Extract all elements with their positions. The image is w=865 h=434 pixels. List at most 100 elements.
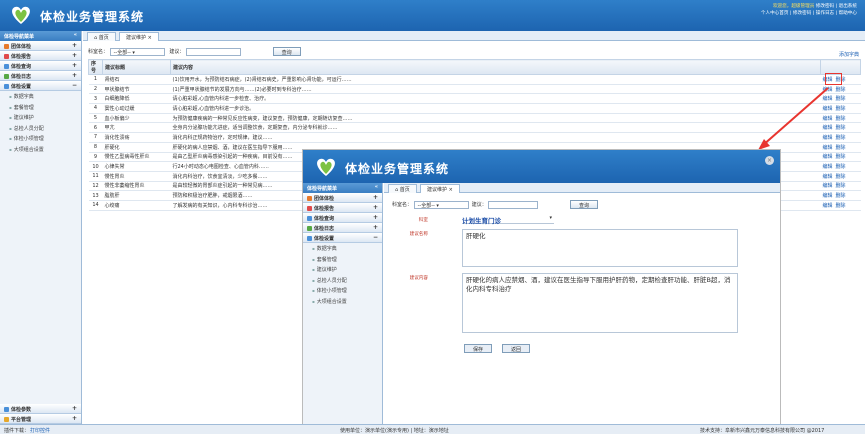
- delete-link[interactable]: 删除: [836, 164, 846, 170]
- sidebar-item-combo[interactable]: 大项组合设置: [303, 296, 382, 307]
- search-button[interactable]: 查询: [272, 47, 301, 56]
- header-nav-links[interactable]: 个人中心首页 | 修改密码 | 操作日志 | 帮助中心: [761, 10, 857, 17]
- sidebar-group-query[interactable]: 体检查询 +: [0, 61, 81, 71]
- edit-link[interactable]: 编辑: [823, 96, 833, 102]
- sidebar-item-package[interactable]: 套餐管理: [303, 254, 382, 265]
- edit-link[interactable]: 编辑: [823, 183, 833, 189]
- close-icon[interactable]: ×: [148, 35, 152, 41]
- collapse-group-icon[interactable]: −: [72, 82, 77, 89]
- expand-icon[interactable]: +: [72, 405, 77, 412]
- collapse-group-icon[interactable]: −: [373, 234, 378, 241]
- header-links[interactable]: 修改密码 | 退出系统: [816, 4, 857, 9]
- edit-link[interactable]: 编辑: [823, 174, 833, 180]
- edit-link[interactable]: 编辑: [823, 203, 833, 209]
- plugin-link[interactable]: 打印控件: [30, 427, 50, 434]
- edit-link[interactable]: 编辑: [823, 116, 833, 122]
- delete-link[interactable]: 删除: [836, 203, 846, 209]
- delete-link[interactable]: 删除: [836, 174, 846, 180]
- expand-icon[interactable]: +: [72, 72, 77, 79]
- collapse-icon[interactable]: «: [375, 184, 378, 190]
- search-button[interactable]: 查询: [570, 200, 599, 209]
- sidebar-item-dictionary[interactable]: 数据字典: [303, 243, 382, 254]
- tab-home[interactable]: ⌂ 首页: [388, 184, 417, 193]
- sidebar-group-team[interactable]: 团体体检 +: [303, 193, 382, 203]
- edit-link[interactable]: 编辑: [823, 106, 833, 112]
- sidebar-item-subitems[interactable]: 体检小项管理: [303, 285, 382, 296]
- row-title: 白细胞降低: [102, 93, 171, 105]
- delete-link[interactable]: 删除: [836, 125, 846, 131]
- edit-link[interactable]: 编辑: [823, 87, 833, 93]
- dept-select[interactable]: --全部-- ▾: [109, 47, 165, 56]
- expand-icon[interactable]: +: [373, 214, 378, 221]
- keyword-label: 建议：: [169, 49, 185, 55]
- expand-icon[interactable]: +: [373, 204, 378, 211]
- content-textarea[interactable]: 肝硬化的病人应禁烟、酒，建议在医生指导下服用护肝药物，定期检查肝功能、肝脏B超，…: [462, 273, 738, 333]
- delete-link[interactable]: 删除: [836, 116, 846, 122]
- expand-icon[interactable]: +: [373, 224, 378, 231]
- tab-advice[interactable]: 建议维护 ×: [420, 184, 460, 193]
- table-row: 2 甲状腺结节 (1)严重甲状腺结节的发展方向与……(2)必要时到专科治疗…… …: [88, 84, 861, 95]
- delete-link[interactable]: 删除: [836, 183, 846, 189]
- sidebar-group-log[interactable]: 体检日志 +: [303, 223, 382, 233]
- back-button[interactable]: 返回: [502, 344, 531, 353]
- sidebar-group-log[interactable]: 体检日志 +: [0, 71, 81, 81]
- keyword-input[interactable]: [186, 47, 241, 56]
- row-content: 请心脏彩超,心血管内科进一步诊治。: [170, 103, 821, 114]
- collapse-icon[interactable]: «: [74, 32, 77, 38]
- row-index: 12: [88, 181, 103, 192]
- dept-select[interactable]: --全部-- ▾: [413, 200, 469, 209]
- expand-icon[interactable]: +: [72, 415, 77, 422]
- close-icon[interactable]: ×: [765, 156, 774, 165]
- sidebar-item-advice[interactable]: 建议维护: [0, 112, 81, 123]
- sidebar-item-package[interactable]: 套餐管理: [0, 102, 81, 113]
- table-row: 7 消化性溃疡 消化内科正规药物治疗，定时规律，建议…… 编辑 删除: [88, 132, 861, 143]
- sidebar-item-assign[interactable]: 总检人员分配: [0, 123, 81, 134]
- preview-tab-bar: ⌂ 首页 建议维护 ×: [384, 183, 780, 193]
- expand-icon[interactable]: +: [72, 62, 77, 69]
- row-actions: 编辑 删除: [820, 132, 861, 143]
- heart-icon: [4, 54, 9, 59]
- delete-link[interactable]: 删除: [836, 106, 846, 112]
- title-textarea[interactable]: 肝硬化: [462, 229, 738, 267]
- edit-link[interactable]: 编辑: [823, 164, 833, 170]
- sidebar-group-report[interactable]: 体检报告 +: [303, 203, 382, 213]
- column-header: 建议标题: [102, 59, 171, 75]
- delete-link[interactable]: 删除: [836, 193, 846, 199]
- tab-home[interactable]: ⌂ 首页: [87, 32, 116, 41]
- sidebar-group-team[interactable]: 团体体检 +: [0, 41, 81, 51]
- sidebar-group-platform[interactable]: 平台管理 +: [0, 414, 81, 424]
- save-button[interactable]: 保存: [464, 344, 493, 353]
- expand-icon[interactable]: +: [72, 52, 77, 59]
- sidebar-group-settings[interactable]: 体检设置 −: [0, 81, 81, 91]
- edit-link[interactable]: 编辑: [823, 193, 833, 199]
- delete-link[interactable]: 删除: [836, 87, 846, 93]
- keyword-input[interactable]: [488, 200, 539, 209]
- sidebar-item-assign[interactable]: 总检人员分配: [303, 275, 382, 286]
- sidebar-group-query[interactable]: 体检查询 +: [303, 213, 382, 223]
- edit-link[interactable]: 编辑: [823, 135, 833, 141]
- add-dictionary-link[interactable]: 添加字典: [839, 51, 859, 58]
- sidebar-item-subitems[interactable]: 体检小项管理: [0, 133, 81, 144]
- sidebar-group-settings[interactable]: 体检设置 −: [303, 233, 382, 243]
- sidebar-group-params[interactable]: 体检参数 +: [0, 404, 81, 414]
- sidebar-group-report[interactable]: 体检报告 +: [0, 51, 81, 61]
- table-row: 3 白细胞降低 请心脏彩超,心血管内科进一步检查、治疗。 编辑 删除: [88, 93, 861, 105]
- dept-dropdown[interactable]: 计划生育门诊 ▾: [462, 215, 554, 225]
- edit-link[interactable]: 编辑: [823, 125, 833, 131]
- edit-link[interactable]: 编辑: [823, 145, 833, 151]
- delete-link[interactable]: 删除: [836, 145, 846, 151]
- row-index: 11: [88, 171, 103, 182]
- delete-link[interactable]: 删除: [836, 154, 846, 160]
- delete-link[interactable]: 删除: [836, 96, 846, 102]
- tab-advice[interactable]: 建议维护 ×: [119, 32, 159, 41]
- expand-icon[interactable]: +: [72, 42, 77, 49]
- row-index: 8: [88, 142, 103, 153]
- row-index: 14: [88, 200, 103, 211]
- expand-icon[interactable]: +: [373, 194, 378, 201]
- delete-link[interactable]: 删除: [836, 135, 846, 141]
- sidebar: 体检导航菜单« 团体体检+ 体检报告+ 体检查询+ 体检日志+ 体检设置− 数据…: [0, 31, 82, 424]
- sidebar-item-dictionary[interactable]: 数据字典: [0, 91, 81, 102]
- sidebar-item-combo[interactable]: 大项组合设置: [0, 144, 81, 155]
- edit-link[interactable]: 编辑: [823, 154, 833, 160]
- sidebar-item-advice[interactable]: 建议维护: [303, 264, 382, 275]
